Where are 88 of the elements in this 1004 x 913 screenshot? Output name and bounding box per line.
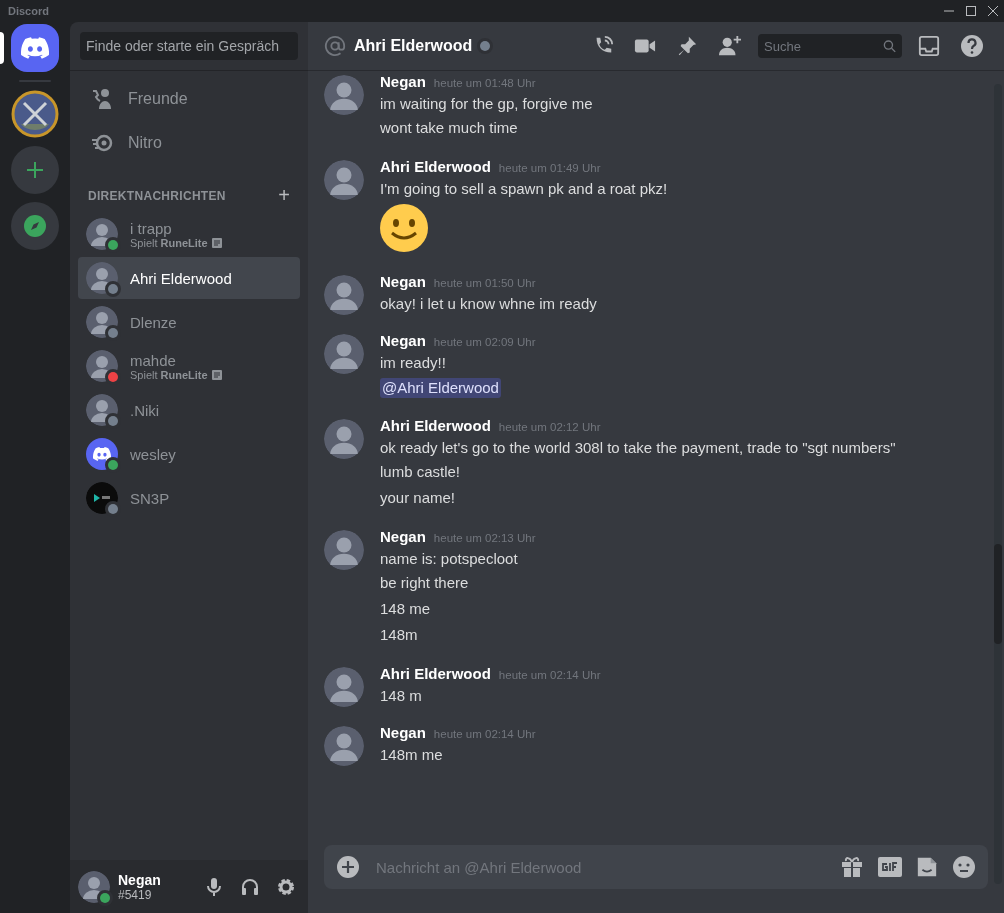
message-text: lumb castle! bbox=[380, 462, 462, 482]
discord-logo-icon bbox=[93, 447, 111, 461]
crossed-swords-icon bbox=[11, 90, 59, 138]
dm-name: Ahri Elderwood bbox=[130, 269, 232, 287]
message-author[interactable]: Negan bbox=[380, 73, 426, 90]
message-text: be right there bbox=[380, 573, 470, 593]
message-time: heute um 01:48 Uhr bbox=[433, 77, 536, 89]
message-text: I'm going to sell a spawn pk and a roat pkz! bbox=[380, 179, 668, 199]
message-author[interactable]: Ahri Elderwood bbox=[380, 158, 491, 175]
message-text: 148m me bbox=[380, 745, 444, 765]
message-text: 148 m bbox=[380, 686, 423, 706]
section-title: DIREKTNACHRICHTEN bbox=[88, 188, 226, 203]
message-text: 148 me bbox=[380, 599, 432, 619]
message-text: im waiting for the gp, forgive me bbox=[380, 94, 593, 114]
user-tag: #5419 bbox=[118, 887, 192, 902]
dm-item[interactable]: Dlenze bbox=[78, 301, 300, 343]
message-time: heute um 02:14 Uhr bbox=[433, 728, 536, 740]
add-attachment-icon[interactable] bbox=[336, 855, 360, 879]
dm-name: SN3P bbox=[130, 489, 170, 507]
message-author[interactable]: Negan bbox=[380, 528, 426, 545]
message-text: okay! i let u know whne im ready bbox=[380, 294, 597, 314]
message-time: heute um 02:14 Uhr bbox=[498, 669, 601, 681]
dm-name: mahde bbox=[130, 351, 177, 369]
activity-text: Spielt RuneLite bbox=[130, 368, 208, 381]
message-text: ok ready let's go to the world 308l to take the payment, trade to "sgt numbers" bbox=[380, 438, 896, 458]
dm-item[interactable]: SN3P bbox=[78, 477, 300, 519]
channel-title: Ahri Elderwood bbox=[354, 37, 473, 55]
details-icon bbox=[211, 369, 222, 380]
message-author[interactable]: Ahri Elderwood bbox=[380, 665, 491, 682]
at-sign-icon bbox=[324, 35, 346, 57]
emoji-icon[interactable] bbox=[952, 855, 976, 879]
dm-name: i trapp bbox=[130, 219, 173, 237]
dm-item[interactable]: .Niki bbox=[78, 389, 300, 431]
scrollbar[interactable] bbox=[994, 84, 1002, 884]
dm-item[interactable]: wesley bbox=[78, 433, 300, 475]
search-field[interactable]: Suche bbox=[758, 34, 902, 58]
message-time: heute um 02:13 Uhr bbox=[433, 532, 536, 544]
search-field[interactable]: Finde oder starte ein Gespräch bbox=[80, 32, 298, 60]
message-time: heute um 02:12 Uhr bbox=[498, 421, 601, 433]
message-text: 148m bbox=[380, 625, 419, 645]
message-time: heute um 01:49 Uhr bbox=[498, 162, 601, 174]
message-time: heute um 01:50 Uhr bbox=[433, 277, 536, 289]
sticker-icon[interactable] bbox=[916, 856, 938, 878]
gift-icon[interactable] bbox=[840, 855, 864, 879]
add-server-button[interactable] bbox=[11, 146, 59, 194]
avatar bbox=[324, 667, 364, 707]
friends-icon bbox=[90, 87, 114, 111]
user-name: Negan bbox=[118, 871, 162, 888]
search-input[interactable]: Suche bbox=[764, 38, 884, 54]
user-mention[interactable]: @Ahri Elderwood bbox=[380, 378, 501, 398]
server-icon[interactable] bbox=[11, 90, 59, 138]
dm-name: wesley bbox=[130, 445, 176, 463]
dm-name: Dlenze bbox=[130, 313, 177, 331]
nav-item[interactable]: Freunde bbox=[78, 78, 300, 120]
nav-item[interactable]: Nitro bbox=[78, 122, 300, 164]
message-text: name is: potspecloot bbox=[380, 549, 519, 569]
window-title: Discord bbox=[8, 5, 49, 17]
avatar bbox=[324, 530, 364, 570]
avatar bbox=[324, 160, 364, 200]
add-dm-button[interactable]: + bbox=[278, 184, 290, 207]
plus-icon bbox=[25, 160, 45, 180]
smiley-emoji-icon bbox=[380, 204, 428, 252]
message-author[interactable]: Negan bbox=[380, 332, 426, 349]
dm-name: .Niki bbox=[130, 401, 160, 419]
compass-icon bbox=[23, 214, 47, 238]
dm-item[interactable]: i trapp Spielt RuneLite bbox=[78, 213, 300, 255]
message-author[interactable]: Negan bbox=[380, 273, 426, 290]
message-time: heute um 02:09 Uhr bbox=[433, 336, 536, 348]
avatar bbox=[324, 726, 364, 766]
selection-pill bbox=[0, 32, 4, 64]
message-text: wont take much time bbox=[380, 118, 519, 138]
explore-button[interactable] bbox=[11, 202, 59, 250]
activity-text: Spielt RuneLite bbox=[130, 236, 208, 249]
search-icon bbox=[883, 39, 896, 53]
message-author[interactable]: Negan bbox=[380, 724, 426, 741]
avatar bbox=[324, 275, 364, 315]
message-text: your name! bbox=[380, 488, 457, 508]
message-author[interactable]: Ahri Elderwood bbox=[380, 417, 491, 434]
gif-icon[interactable] bbox=[878, 857, 902, 877]
dm-item[interactable]: Ahri Elderwood bbox=[78, 257, 300, 299]
details-icon bbox=[211, 237, 222, 248]
avatar bbox=[324, 334, 364, 374]
discord-logo-icon bbox=[21, 37, 49, 59]
avatar bbox=[324, 419, 364, 459]
avatar bbox=[324, 75, 364, 115]
dm-item[interactable]: mahde Spielt RuneLite bbox=[78, 345, 300, 387]
message-text: im ready!! bbox=[380, 353, 447, 373]
home-button[interactable] bbox=[11, 24, 59, 72]
